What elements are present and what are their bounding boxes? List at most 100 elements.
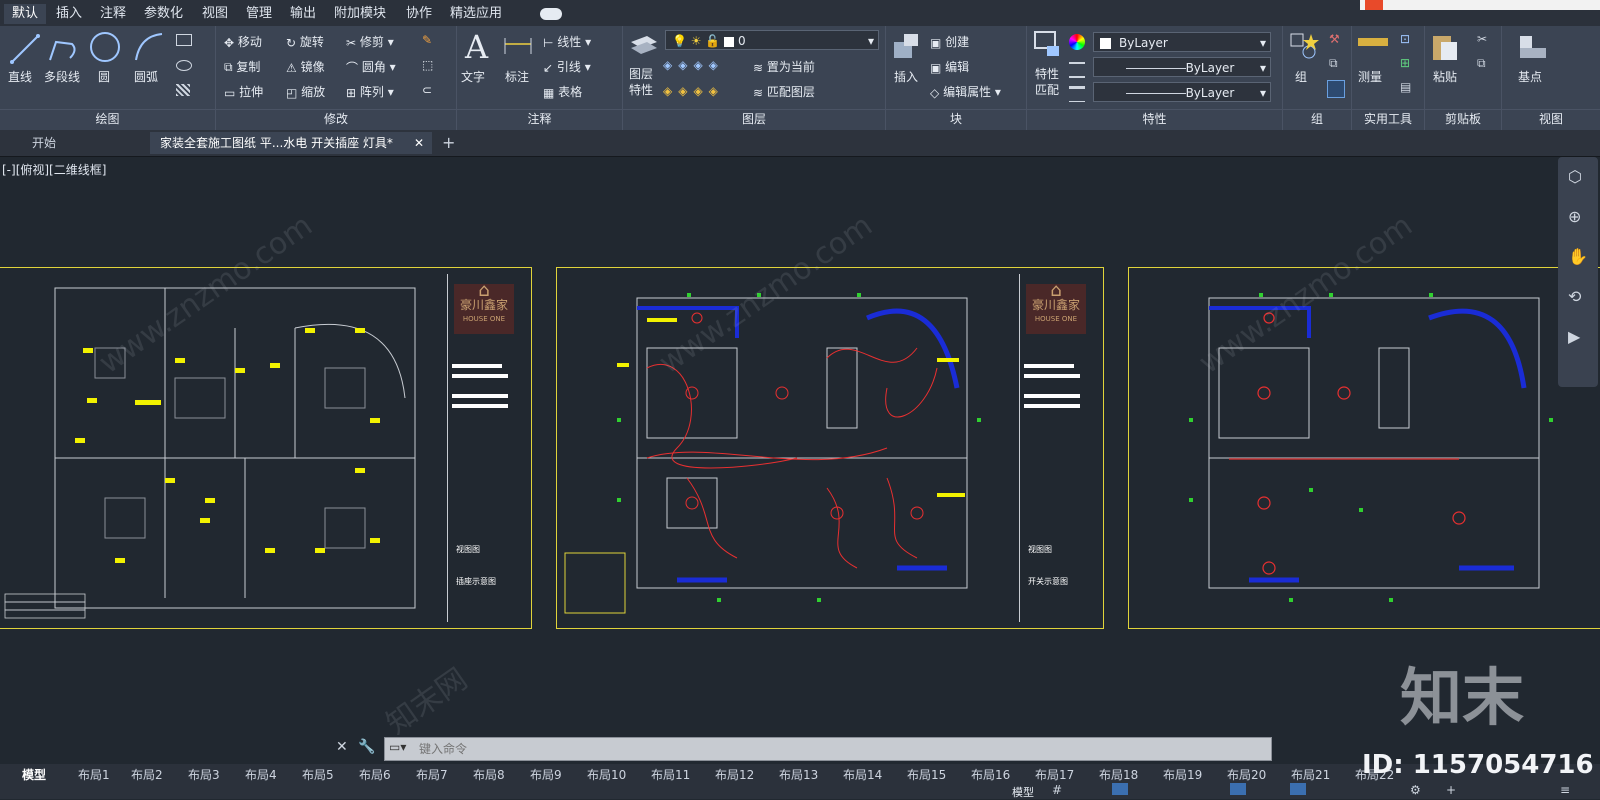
gear-icon[interactable]: ⚙ [1410, 783, 1421, 797]
ortho-icon[interactable] [1112, 783, 1128, 795]
arc-icon[interactable] [132, 30, 166, 64]
group-icon[interactable] [1287, 30, 1321, 64]
tab-layout21[interactable]: 布局21 [1285, 765, 1336, 785]
line-icon[interactable] [8, 32, 42, 66]
ribbon-tab-annotate[interactable]: 注释 [92, 4, 134, 24]
offset-icon[interactable]: ⊂ [422, 83, 432, 97]
text-button[interactable]: 文字 [461, 68, 485, 85]
grid-icon[interactable]: # [1052, 783, 1062, 797]
command-input-box[interactable]: ▭▾ [384, 737, 1272, 761]
scale-button[interactable]: ◰ 缩放 [286, 83, 325, 100]
copy-button[interactable]: ⧉ 复制 [224, 58, 260, 75]
draw-panel-title[interactable]: 绘图 [0, 109, 215, 128]
dimension-icon[interactable] [501, 32, 535, 66]
dimension-button[interactable]: 标注 [505, 68, 529, 85]
close-icon[interactable]: ✕ [414, 132, 424, 154]
ungroup-icon[interactable]: ⚒ [1329, 32, 1340, 46]
start-tab[interactable]: 开始 [22, 132, 66, 154]
drawing-tab[interactable]: 家装全套施工图纸 平...水电 开关插座 灯具* ✕ [150, 132, 432, 154]
polyline-button[interactable]: 多段线 [44, 68, 80, 85]
mirror-button[interactable]: ⚠ 镜像 [286, 58, 325, 75]
ribbon-toggle-icon[interactable] [540, 8, 562, 20]
orbit-icon[interactable]: ⟲ [1568, 287, 1581, 306]
clipboard-panel-title[interactable]: 剪贴板 [1425, 109, 1501, 128]
ribbon-tab-default[interactable]: 默认 [4, 4, 47, 24]
linear-button[interactable]: ⊢ 线性 ▾ [543, 33, 591, 50]
properties-panel-title[interactable]: 特性 [1027, 109, 1282, 128]
tab-layout14[interactable]: 布局14 [837, 765, 888, 785]
paste-button[interactable]: 粘贴 [1433, 68, 1457, 85]
select-all-icon[interactable]: ⊞ [1400, 56, 1410, 70]
circle-button[interactable]: 圆 [98, 68, 110, 85]
move-button[interactable]: ✥ 移动 [224, 33, 262, 50]
color-wheel-icon[interactable] [1069, 34, 1085, 50]
polyline-icon[interactable] [46, 32, 80, 66]
match-layer-button[interactable]: ≋ 匹配图层 [753, 83, 815, 100]
navigation-bar[interactable]: ⬡ ⊕ ✋ ⟲ ▶ [1558, 157, 1598, 387]
annotation-panel-title[interactable]: 注释 [457, 109, 622, 128]
erase-icon[interactable]: ✎ [422, 33, 432, 47]
plus-icon[interactable]: + [1446, 783, 1456, 797]
command-history-icon[interactable]: ▭▾ [389, 740, 406, 754]
command-input[interactable] [417, 740, 1261, 758]
modify-panel-title[interactable]: 修改 [216, 109, 456, 128]
measure-button[interactable]: 测量 [1358, 68, 1382, 85]
zoom-icon[interactable]: ⊕ [1568, 207, 1581, 226]
tab-layout5[interactable]: 布局5 [296, 765, 340, 785]
utilities-panel-title[interactable]: 实用工具 [1352, 109, 1424, 128]
annotation-icon[interactable] [1290, 783, 1306, 795]
layer-tools-row2[interactable]: ◈◈◈◈ [663, 84, 753, 100]
calculator-icon[interactable]: ▤ [1400, 80, 1411, 94]
array-button[interactable]: ⊞ 阵列 ▾ [346, 83, 394, 100]
group-button[interactable]: 组 [1295, 68, 1307, 85]
ribbon-tab-addins[interactable]: 附加模块 [326, 4, 394, 24]
text-icon[interactable]: A [465, 28, 488, 66]
group-edit-icon[interactable]: ⧉ [1329, 56, 1338, 71]
line-button[interactable]: 直线 [8, 68, 32, 85]
layer-tools-row1[interactable]: ◈◈◈◈ [663, 58, 753, 74]
insert-block-icon[interactable] [890, 30, 924, 64]
layout-sheet-1[interactable]: ⌂ 豪川鑫家 HOUSE ONE 视图图 插座示意图 [0, 267, 532, 629]
layers-panel-title[interactable]: 图层 [623, 109, 885, 128]
menu-icon[interactable]: ≡ [1560, 783, 1570, 797]
layer-properties-icon[interactable] [627, 28, 661, 62]
copy-clip-icon[interactable]: ⧉ [1477, 56, 1486, 71]
lineweight-dropdown[interactable]: ByLayer ▾ [1093, 82, 1271, 102]
tab-layout17[interactable]: 布局17 [1029, 765, 1080, 785]
trim-button[interactable]: ✂ 修剪 ▾ [346, 33, 394, 50]
color-dropdown[interactable]: ByLayer ▾ [1093, 32, 1271, 52]
model-space-toggle[interactable]: 模型 [1012, 784, 1034, 800]
wrench-icon[interactable]: 🔧 [358, 739, 375, 755]
ellipse-icon[interactable] [176, 60, 192, 71]
arc-button[interactable]: 圆弧 [134, 68, 158, 85]
rotate-button[interactable]: ↻ 旋转 [286, 33, 324, 50]
insert-button[interactable]: 插入 [894, 68, 918, 85]
tab-layout11[interactable]: 布局11 [645, 765, 696, 785]
tab-layout15[interactable]: 布局15 [901, 765, 952, 785]
base-view-icon[interactable] [1516, 30, 1550, 64]
tab-layout3[interactable]: 布局3 [182, 765, 226, 785]
edit-attributes-button[interactable]: ◇ 编辑属性 ▾ [930, 83, 1001, 100]
match-properties-icon[interactable] [1031, 28, 1065, 62]
explode-icon[interactable]: ⬚ [422, 58, 433, 72]
cut-icon[interactable]: ✂ [1477, 32, 1487, 46]
tab-layout10[interactable]: 布局10 [581, 765, 632, 785]
tab-model[interactable]: 模型 [16, 765, 52, 785]
layer-dropdown[interactable]: 💡 ☀ 🔓 0 ▾ [665, 30, 879, 50]
tab-layout13[interactable]: 布局13 [773, 765, 824, 785]
ribbon-tab-collaborate[interactable]: 协作 [398, 4, 440, 24]
ribbon-tab-parametric[interactable]: 参数化 [136, 4, 191, 24]
linetype-dropdown[interactable]: ByLayer ▾ [1093, 57, 1271, 77]
group-select-icon[interactable] [1327, 80, 1345, 98]
tab-layout7[interactable]: 布局7 [410, 765, 454, 785]
close-icon[interactable]: ✕ [336, 739, 348, 755]
ribbon-tab-view[interactable]: 视图 [194, 4, 236, 24]
circle-icon[interactable] [88, 30, 122, 64]
showmotion-icon[interactable]: ▶ [1568, 327, 1580, 346]
block-panel-title[interactable]: 块 [886, 109, 1026, 128]
tab-layout12[interactable]: 布局12 [709, 765, 760, 785]
tab-layout18[interactable]: 布局18 [1093, 765, 1144, 785]
stretch-button[interactable]: ▭ 拉伸 [224, 83, 263, 100]
tab-layout19[interactable]: 布局19 [1157, 765, 1208, 785]
table-button[interactable]: ▦ 表格 [543, 83, 582, 100]
